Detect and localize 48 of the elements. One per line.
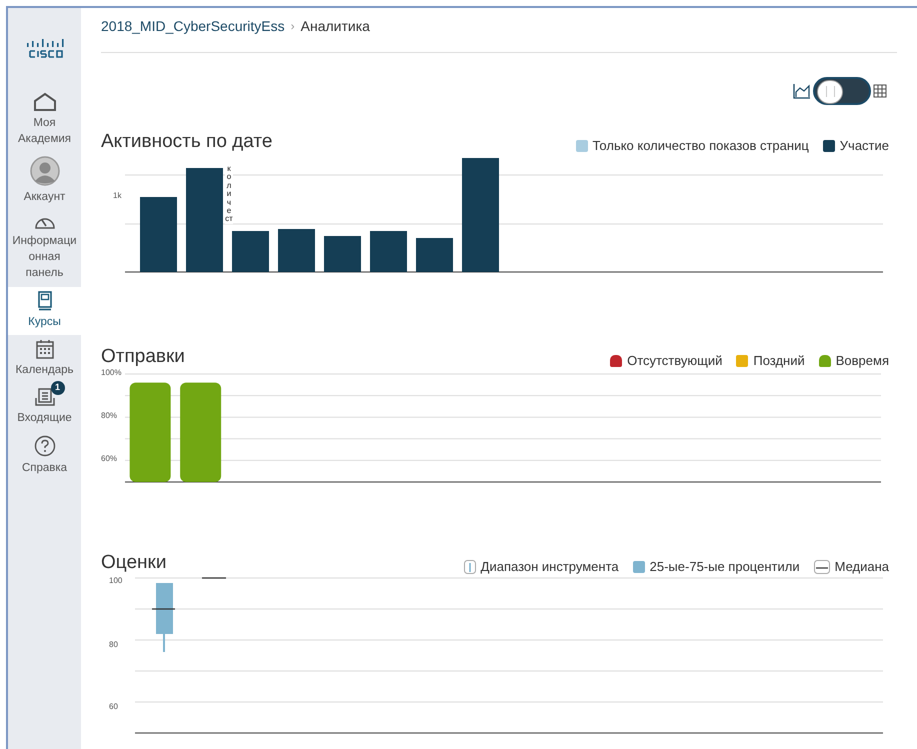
- legend-label: 25-ые-75-ые процентили: [650, 559, 800, 574]
- bar-label: количест: [225, 165, 233, 224]
- section-title: Отправки: [101, 346, 185, 368]
- legend-label: Диапазон инструмента: [480, 559, 619, 574]
- axis-label: 100%: [101, 368, 122, 377]
- table-icon: [873, 84, 887, 98]
- nav-item[interactable]: 1 Входящие: [8, 382, 81, 431]
- bar: [278, 229, 315, 272]
- axis-label: 60%: [101, 454, 118, 464]
- nav-item[interactable]: Календарь: [8, 334, 81, 383]
- inbox-icon: [34, 386, 56, 407]
- median-icon: [814, 560, 830, 574]
- chart-icon: [793, 83, 811, 99]
- logo-icon: [26, 38, 64, 58]
- legend-label: Медиана: [834, 559, 889, 574]
- bar: [232, 231, 269, 272]
- home-icon: [32, 92, 56, 112]
- axis-label: 1k: [113, 191, 122, 200]
- notification-badge: 1: [50, 380, 64, 395]
- legend-label: Только количество показов страниц: [592, 138, 809, 153]
- nav-item[interactable]: Справка: [8, 430, 81, 481]
- axis-label: 60: [109, 702, 118, 711]
- nav-item[interactable]: Курсы: [8, 286, 81, 335]
- bar: [370, 231, 407, 272]
- nav-item[interactable]: Информационная панель: [8, 210, 81, 287]
- avatar-icon: [30, 156, 60, 186]
- book-icon: [36, 290, 52, 311]
- legend-label: Вовремя: [836, 353, 889, 368]
- axis-label: 80%: [101, 411, 118, 420]
- axis-label: 100: [109, 576, 122, 585]
- box-icon: [632, 560, 645, 572]
- bar: [324, 236, 361, 272]
- legend-label: Участие: [840, 138, 889, 153]
- range-icon: [464, 560, 476, 574]
- legend-label: Отсутствующий: [627, 353, 722, 368]
- axis-label: 80: [109, 640, 118, 649]
- nav-item[interactable]: Моя Академия: [8, 88, 81, 152]
- calendar-icon: [34, 338, 54, 359]
- course-link[interactable]: 2018_MID_CyberSecurityEss: [101, 18, 285, 34]
- bar: [416, 238, 453, 272]
- legend-label: Поздний: [753, 353, 805, 368]
- section-title: Оценки: [101, 552, 166, 574]
- nav-item[interactable]: Аккаунт: [8, 152, 81, 210]
- help-icon: [34, 434, 56, 457]
- view-toggle[interactable]: [813, 77, 871, 105]
- page-title: Аналитика: [300, 18, 370, 34]
- section-title: Активность по дате: [101, 131, 272, 153]
- breadcrumb-separator: ›: [290, 19, 295, 33]
